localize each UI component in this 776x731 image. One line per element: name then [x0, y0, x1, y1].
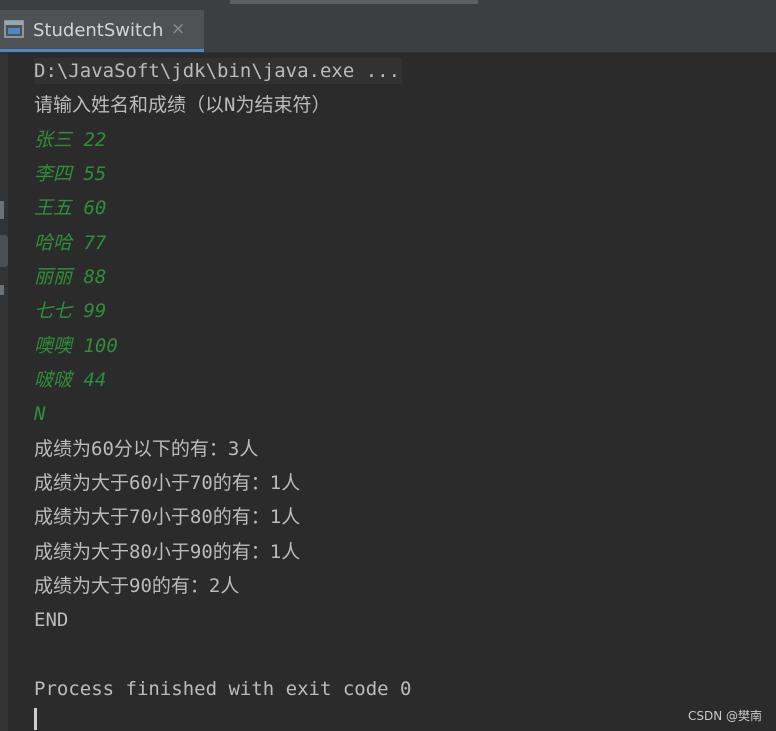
- user-input-line: 张三 22: [34, 129, 107, 151]
- user-input-line: 噢噢 100: [34, 335, 118, 357]
- user-input-line: 哈哈 77: [34, 232, 107, 254]
- user-input-line: 王五 60: [34, 197, 107, 219]
- window-top-strip: [0, 0, 776, 10]
- text-cursor: [34, 708, 37, 730]
- result-line: 成绩为大于90的有：2人: [34, 575, 240, 597]
- tab-label: StudentSwitch: [33, 20, 164, 41]
- console-window-icon: [4, 20, 24, 38]
- exit-message: Process finished with exit code 0: [34, 678, 412, 700]
- user-input-line: 丽丽 88: [34, 266, 107, 288]
- watermark: CSDN @樊南: [687, 709, 762, 723]
- user-input-line: 七七 99: [34, 300, 107, 322]
- result-line: 成绩为60分以下的有：3人: [34, 438, 259, 460]
- result-line: 成绩为大于80小于90的有：1人: [34, 541, 301, 563]
- input-prompt: 请输入姓名和成绩（以N为结束符）: [34, 94, 331, 116]
- console-output[interactable]: D:\JavaSoft\jdk\bin\java.exe ... 请输入姓名和成…: [0, 53, 776, 731]
- user-input-line: N: [34, 403, 46, 425]
- end-line: END: [34, 609, 69, 631]
- tab-studentswitch[interactable]: StudentSwitch ×: [0, 10, 204, 52]
- horizontal-scrollbar-thumb[interactable]: [230, 0, 478, 4]
- result-line: 成绩为大于70小于80的有：1人: [34, 506, 301, 528]
- active-tab-indicator: [0, 49, 204, 52]
- close-icon[interactable]: ×: [171, 19, 185, 39]
- run-tab-bar: StudentSwitch ×: [0, 10, 776, 53]
- run-command-line[interactable]: D:\JavaSoft\jdk\bin\java.exe ...: [34, 58, 403, 84]
- user-input-line: 李四 55: [34, 163, 107, 185]
- result-line: 成绩为大于60小于70的有：1人: [34, 472, 301, 494]
- user-input-line: 啵啵 44: [34, 369, 107, 391]
